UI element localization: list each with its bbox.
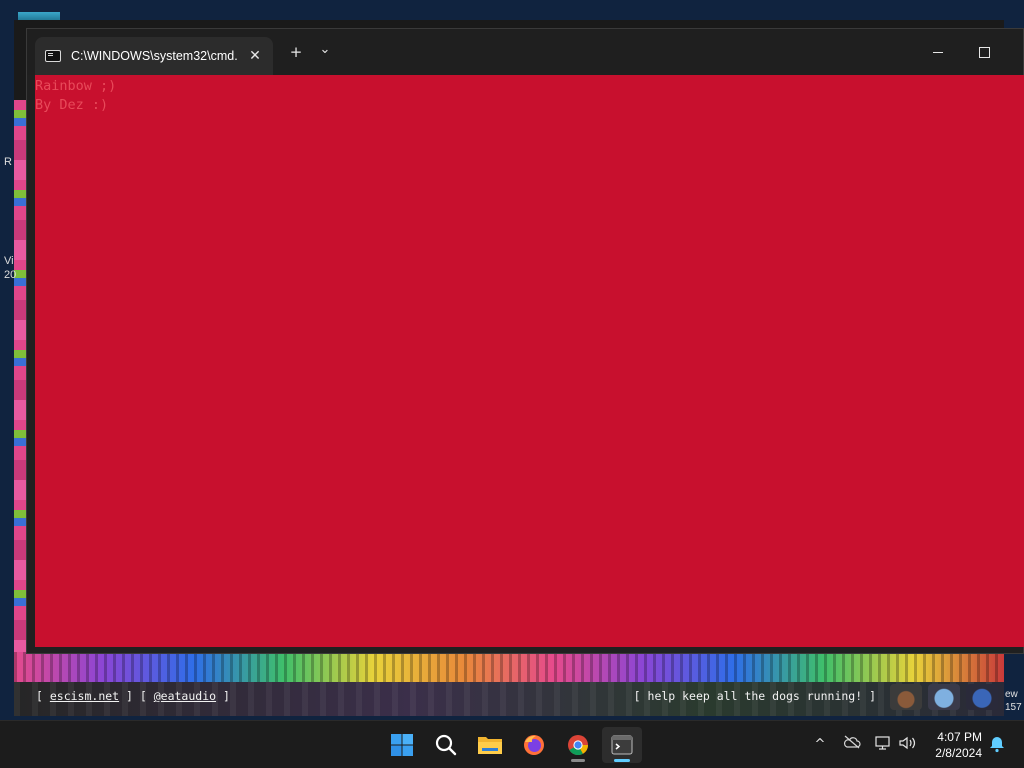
taskbar: ^ 4:07 PM 2/8/2024	[0, 720, 1024, 768]
cmd-icon	[45, 50, 61, 62]
app-icon[interactable]	[966, 684, 998, 710]
console-line: By Dez :)	[35, 97, 109, 113]
console-area[interactable]: Rainbow ;) By Dez :)	[35, 75, 1024, 647]
clock-date: 2/8/2024	[935, 746, 982, 760]
app-icon[interactable]	[928, 684, 960, 710]
desktop-label-fragment: 20	[4, 269, 17, 281]
clock-time: 4:07 PM	[937, 730, 982, 744]
footer-message: [ help keep all the dogs running! ]	[633, 689, 876, 703]
rainbow-glitch-band	[14, 652, 1004, 682]
network-icon[interactable]	[873, 735, 893, 755]
search-icon	[435, 734, 457, 756]
file-explorer-button[interactable]	[470, 727, 510, 763]
active-indicator	[614, 759, 630, 762]
clock[interactable]: 4:07 PM 2/8/2024	[935, 729, 982, 761]
eataudio-link[interactable]: @eataudio	[154, 689, 216, 703]
footer-links: [ escism.net ] [ @eataudio ]	[36, 689, 230, 703]
terminal-window: C:\WINDOWS\system32\cmd. ✕ + ⌄ Rainbow ;…	[26, 28, 1024, 654]
desktop-label-fragment: R	[4, 156, 12, 168]
chevron-down-icon[interactable]: ⌄	[312, 41, 338, 63]
start-button[interactable]	[382, 727, 422, 763]
folder-icon	[478, 737, 502, 754]
dog-icon[interactable]	[890, 684, 922, 710]
running-indicator	[571, 759, 585, 762]
windows-start-icon	[391, 734, 413, 756]
terminal-icon	[611, 735, 633, 755]
chevron-up-icon[interactable]: ^	[810, 735, 830, 755]
tab-cmd[interactable]: C:\WINDOWS\system32\cmd. ✕	[35, 37, 273, 75]
console-line: Rainbow ;)	[35, 78, 117, 94]
edge-text: ew 157	[1005, 689, 1022, 713]
minimize-button[interactable]	[915, 35, 961, 69]
escism-link[interactable]: escism.net	[50, 689, 119, 703]
notification-bell-icon[interactable]	[987, 735, 1007, 755]
maximize-button[interactable]	[961, 35, 1007, 69]
onedrive-icon[interactable]	[842, 735, 862, 755]
firefox-icon	[524, 735, 544, 755]
firefox-button[interactable]	[514, 727, 554, 763]
close-tab-icon[interactable]: ✕	[247, 48, 263, 64]
footer-icons	[890, 684, 998, 710]
new-tab-button[interactable]: +	[283, 41, 309, 63]
desktop-label-fragment: Vi	[4, 255, 14, 267]
search-button[interactable]	[426, 727, 466, 763]
tab-title: C:\WINDOWS\system32\cmd.	[71, 49, 238, 63]
title-bar[interactable]: C:\WINDOWS\system32\cmd. ✕ + ⌄	[27, 29, 1023, 75]
chrome-icon	[568, 735, 589, 756]
volume-icon[interactable]	[898, 735, 918, 755]
chrome-button[interactable]	[558, 727, 598, 763]
terminal-button[interactable]	[602, 727, 642, 763]
